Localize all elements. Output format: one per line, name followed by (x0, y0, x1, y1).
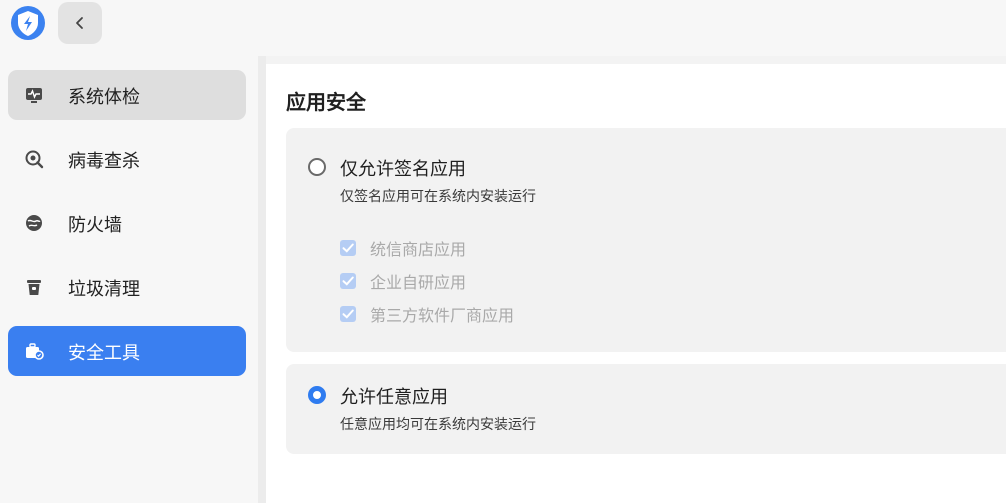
sidebar-item-firewall[interactable]: 防火墙 (8, 198, 246, 248)
checkbox-checked-disabled[interactable] (340, 240, 356, 256)
checkbox-checked-disabled[interactable] (340, 306, 356, 322)
sidebar: 系统体检 病毒查杀 防火墙 垃圾清理 安全工具 (0, 56, 258, 503)
checkmark-icon (342, 243, 354, 253)
sidebar-item-label: 系统体检 (68, 87, 140, 108)
option-description: 任意应用均可在系统内安装运行 (340, 417, 536, 433)
main-content: 应用安全 仅允许签名应用 仅签名应用可在系统内安装运行 统信商店应用 企业自研应… (266, 64, 1006, 503)
trash-bin-icon (27, 280, 41, 295)
checkmark-icon (342, 309, 354, 319)
checkmark-icon (342, 276, 354, 286)
virus-scan-icon (25, 150, 44, 169)
sidebar-item-label: 垃圾清理 (68, 279, 140, 300)
monitor-pulse-icon (26, 88, 42, 103)
radio-signed-only[interactable] (308, 158, 326, 176)
option-panel-any-app: 允许任意应用 任意应用均可在系统内安装运行 (286, 364, 1006, 454)
sidebar-divider (258, 56, 266, 503)
checkbox-row-uos-store[interactable]: 统信商店应用 (340, 236, 466, 260)
sidebar-item-virus-scan[interactable]: 病毒查杀 (8, 134, 246, 184)
checkbox-label: 统信商店应用 (370, 240, 467, 259)
radio-any-app[interactable] (308, 386, 326, 404)
back-button[interactable] (58, 2, 102, 44)
shield-bolt-icon (11, 6, 45, 40)
sidebar-item-label: 防火墙 (68, 215, 122, 236)
sidebar-item-system-check[interactable]: 系统体检 (8, 70, 246, 120)
sidebar-item-label: 安全工具 (68, 343, 140, 364)
checkbox-label: 第三方软件厂商应用 (370, 306, 515, 325)
chevron-left-icon (76, 17, 83, 29)
sidebar-item-junk-cleanup[interactable]: 垃圾清理 (8, 262, 246, 312)
option-panel-signed-only: 仅允许签名应用 仅签名应用可在系统内安装运行 统信商店应用 企业自研应用 第三方… (286, 128, 1006, 352)
toolbox-icon (26, 343, 44, 360)
page-title: 应用安全 (286, 90, 366, 114)
sidebar-item-security-tools[interactable]: 安全工具 (8, 326, 246, 376)
checkbox-checked-disabled[interactable] (340, 273, 356, 289)
title-bar (0, 0, 1006, 56)
option-title: 仅允许签名应用 (340, 159, 466, 180)
checkbox-row-third-party-apps[interactable]: 第三方软件厂商应用 (340, 302, 514, 326)
firewall-globe-icon (26, 215, 42, 231)
option-title: 允许任意应用 (340, 387, 448, 408)
option-description: 仅签名应用可在系统内安装运行 (340, 189, 536, 205)
checkbox-row-enterprise-apps[interactable]: 企业自研应用 (340, 269, 466, 293)
sidebar-item-label: 病毒查杀 (68, 151, 140, 172)
checkbox-label: 企业自研应用 (370, 273, 467, 292)
